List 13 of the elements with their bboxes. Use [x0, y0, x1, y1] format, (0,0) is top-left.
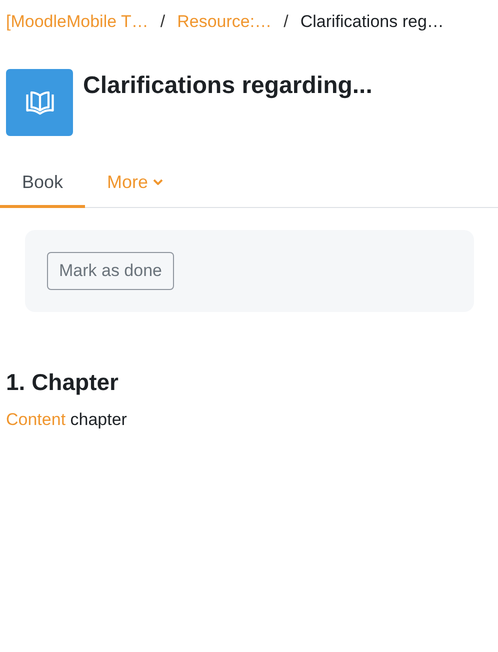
breadcrumb-link[interactable]: [MoodleMobile T…	[6, 12, 148, 32]
breadcrumb-separator: /	[160, 12, 166, 32]
tab[interactable]: More	[85, 164, 186, 208]
tab[interactable]: Book	[0, 164, 86, 208]
content-link[interactable]: Content	[6, 410, 66, 429]
chapter-text: Content chapter	[6, 410, 128, 430]
book-icon	[6, 69, 73, 136]
breadcrumb-link[interactable]: Resource:…	[177, 12, 272, 32]
breadcrumb-separator: /	[284, 12, 288, 32]
chapter-heading: 1. Chapter	[6, 369, 120, 396]
page-title: Clarifications regarding...	[83, 72, 372, 100]
mark-as-done-button[interactable]: Mark as done	[47, 252, 174, 290]
breadcrumb-current: Clarifications reg…	[300, 12, 444, 32]
